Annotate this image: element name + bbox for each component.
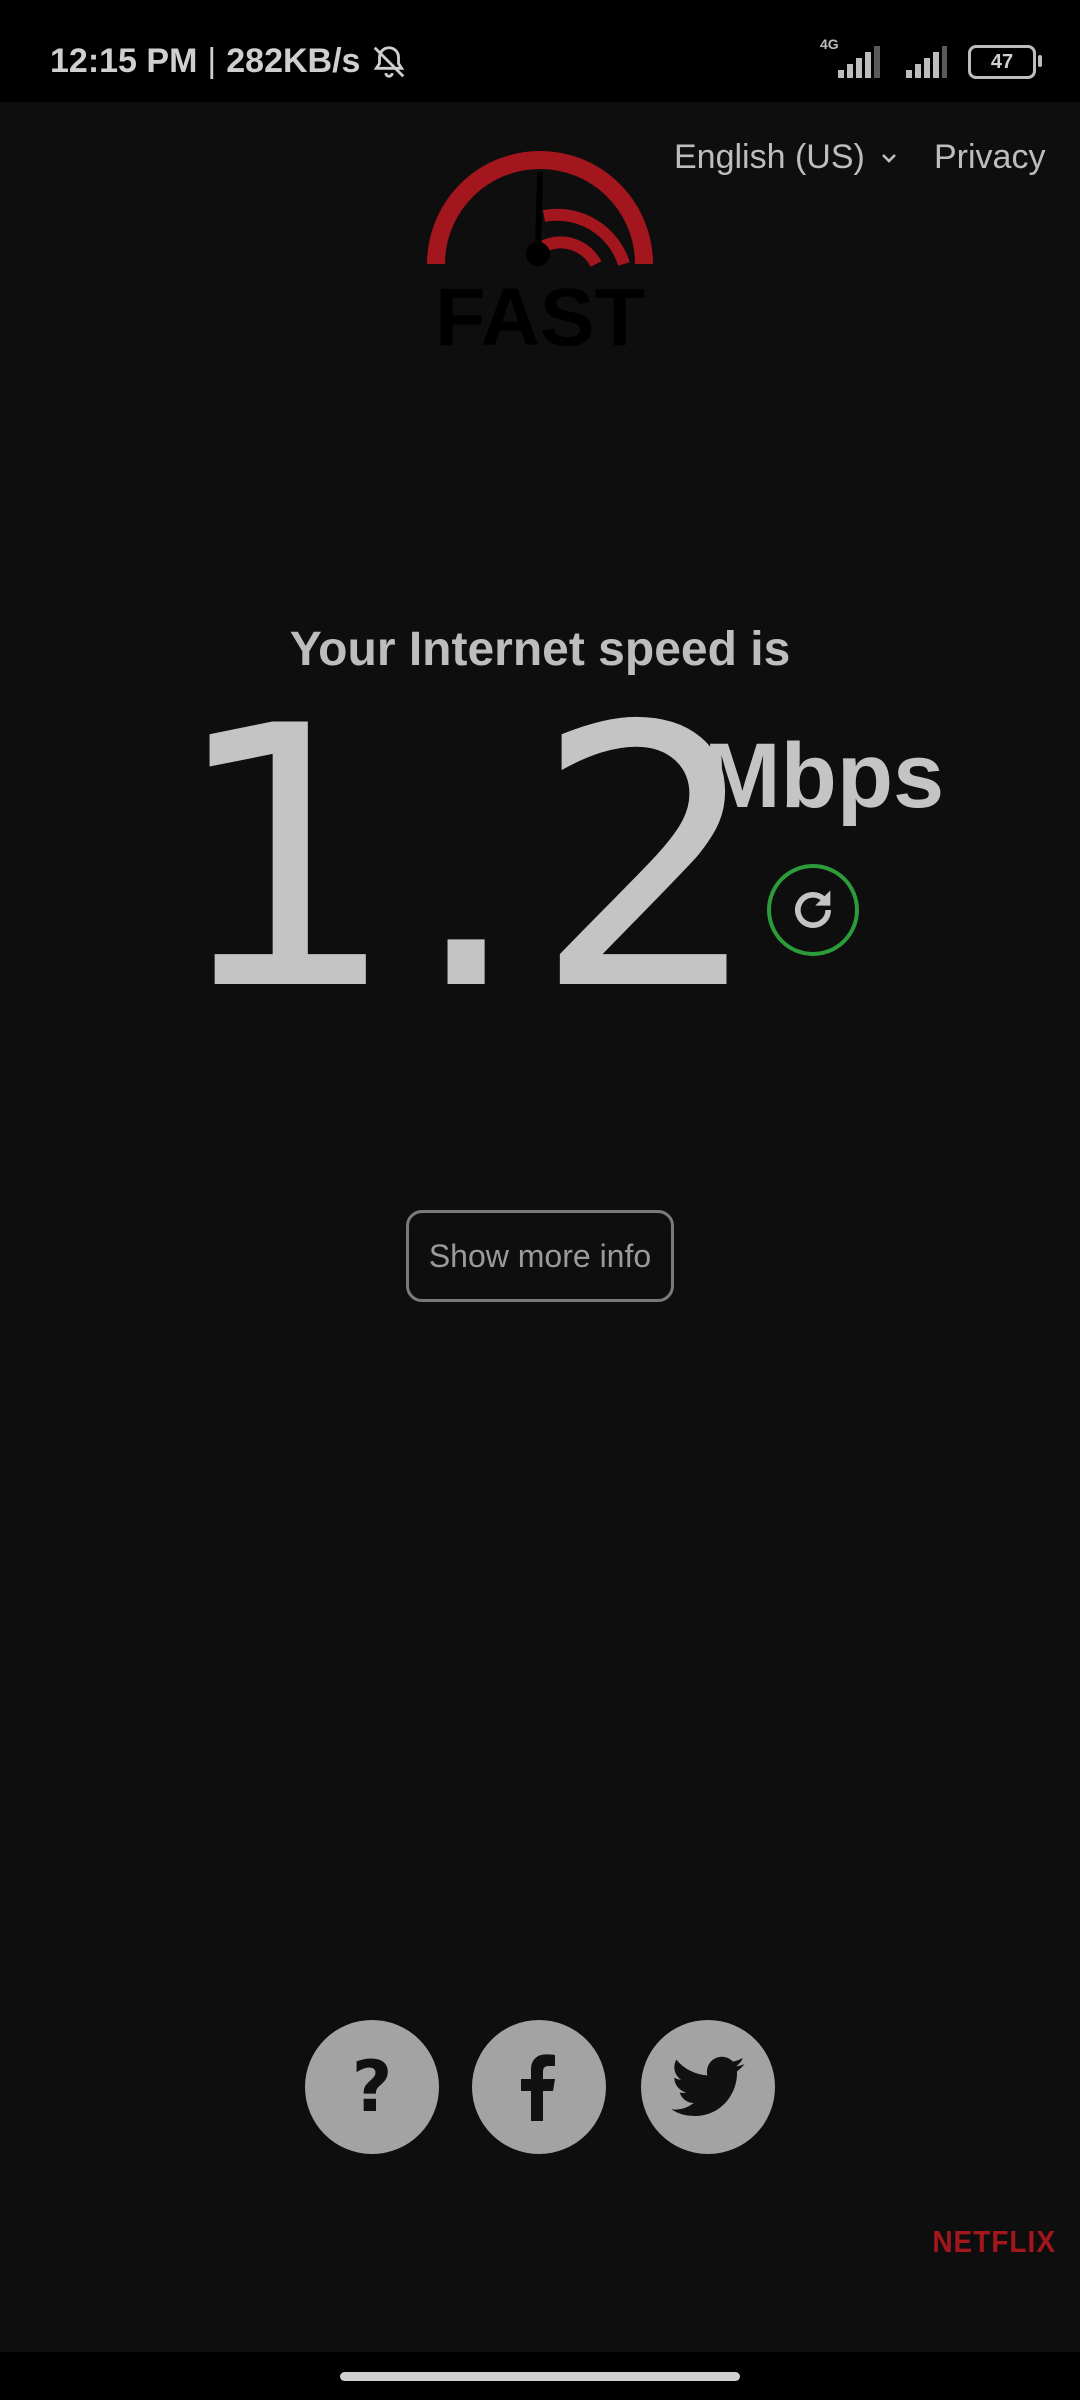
speed-unit: Mbps bbox=[704, 725, 945, 827]
powered-by: NETFLIX bbox=[932, 2224, 1056, 2259]
netflix-logo[interactable]: NETFLIX bbox=[932, 2224, 1056, 2259]
reload-button[interactable] bbox=[767, 864, 859, 956]
facebook-button[interactable] bbox=[472, 2020, 606, 2154]
twitter-icon bbox=[671, 2056, 745, 2116]
twitter-button[interactable] bbox=[641, 2020, 775, 2154]
status-left: 12:15 PM | 282KB/s bbox=[50, 42, 408, 81]
show-more-info-button[interactable]: Show more info bbox=[406, 1210, 674, 1302]
facebook-icon bbox=[521, 2054, 555, 2121]
signal-icon bbox=[906, 46, 947, 78]
chevron-down-icon bbox=[881, 153, 896, 163]
status-net-speed: 282KB/s bbox=[226, 42, 361, 80]
status-separator: | bbox=[207, 42, 217, 80]
bell-off-icon bbox=[374, 45, 405, 78]
language-label: English (US) bbox=[674, 138, 865, 176]
privacy-link[interactable]: Privacy bbox=[934, 138, 1045, 177]
home-indicator[interactable] bbox=[340, 2372, 740, 2381]
logo-text: FAST bbox=[435, 272, 645, 350]
battery-icon: 47 bbox=[968, 45, 1042, 79]
screen: 12:15 PM | 282KB/s 4G 47 FAST English (U… bbox=[0, 0, 1080, 2400]
svg-text:?: ? bbox=[352, 2047, 393, 2127]
help-icon: ? bbox=[352, 2047, 393, 2127]
reload-icon bbox=[795, 890, 831, 928]
help-button[interactable]: ? bbox=[305, 2020, 439, 2154]
status-time: 12:15 PM bbox=[50, 42, 198, 80]
status-right: 4G 47 bbox=[820, 36, 1042, 80]
language-select[interactable]: English (US) bbox=[674, 138, 899, 177]
fast-logo[interactable]: FAST bbox=[426, 140, 654, 350]
speed-value: 1.2 bbox=[170, 650, 773, 1069]
network-type: 4G bbox=[820, 36, 839, 52]
signal-4g: 4G bbox=[820, 36, 884, 80]
battery-level: 47 bbox=[990, 50, 1014, 73]
status-bar: 12:15 PM | 282KB/s 4G 47 bbox=[0, 0, 1080, 102]
